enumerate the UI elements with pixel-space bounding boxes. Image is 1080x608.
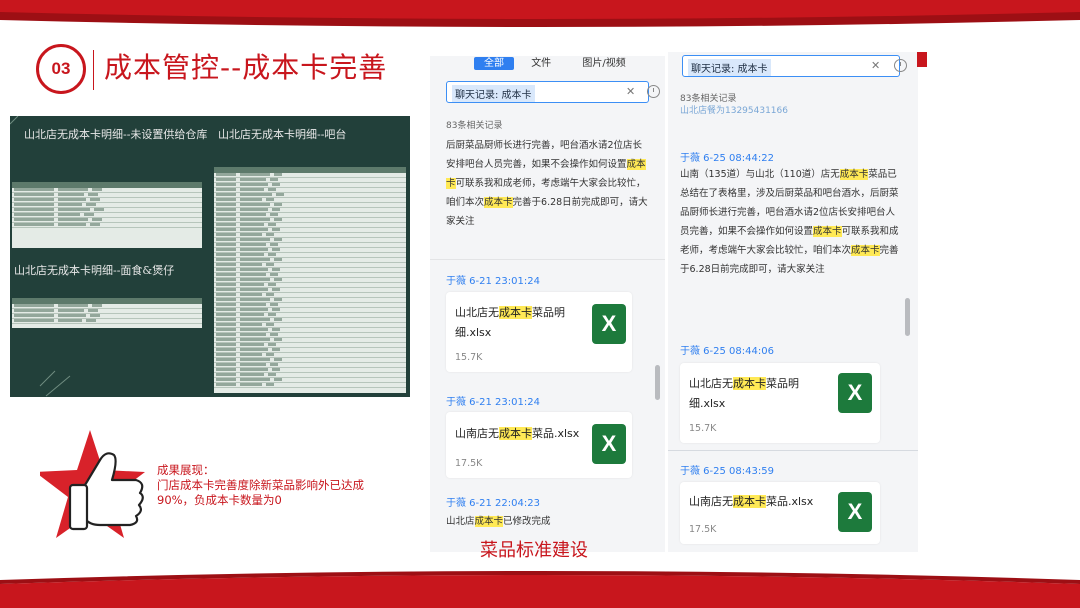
message-text: 山北店成本卡已修改完成 [446, 516, 551, 527]
spreadsheet-screenshot: 山北店无成本卡明细--未设置供给仓库 山北店无成本卡明细--吧台 山北店无成本卡… [10, 116, 410, 397]
result-count: 83条相关记录 [680, 94, 737, 104]
divider [668, 450, 918, 451]
search-input[interactable]: 聊天记录: 成本卡 ✕ [446, 81, 660, 103]
result-body: 门店成本卡完善度除新菜品影响外已达成90%，负成本卡数量为0 [157, 478, 364, 507]
mini-table-noodle [12, 298, 202, 328]
scrollbar-thumb[interactable] [655, 365, 660, 400]
message-sender-time: 于薇 6-21 23:01:24 [446, 276, 540, 287]
message-sender-time: 于薇 6-21 22:04:23 [446, 498, 540, 509]
file-size: 17.5K [689, 524, 717, 535]
message-sender-time: 于薇 6-25 08:44:06 [680, 346, 774, 357]
tab-media[interactable]: 图片/视频 [582, 58, 625, 69]
chat-screenshot-right: 聊天记录: 成本卡 ✕ 83条相关记录 山北店餐为13295431166 于薇 … [668, 52, 918, 552]
history-clock-icon[interactable] [894, 59, 907, 72]
search-chip: 聊天记录: 成本卡 [452, 85, 535, 102]
file-name: 山南店无成本卡菜品.xlsx [455, 427, 580, 440]
excel-icon: X [592, 304, 626, 344]
divider [430, 259, 665, 260]
message-text: 山南（135道）与山北（110道）店无成本卡菜品已总结在了表格里，涉及后厨菜品和… [680, 169, 899, 275]
section-number-badge: 03 [36, 44, 86, 94]
sheet-heading-noodle: 山北店无成本卡明细--面食&煲仔 [14, 264, 175, 277]
file-size: 15.7K [689, 423, 717, 434]
title-divider [93, 50, 94, 90]
file-card[interactable]: 山南店无成本卡菜品.xlsx 17.5K X [680, 482, 880, 544]
result-text: 成果展现： 门店成本卡完善度除新菜品影响外已达成90%，负成本卡数量为0 [157, 463, 397, 508]
file-size: 15.7K [455, 352, 483, 363]
excel-icon: X [592, 424, 626, 464]
file-name: 山北店无成本卡菜品明细.xlsx [455, 306, 565, 339]
cut-off-text: 山北店餐为13295431166 [680, 106, 788, 116]
top-red-band [0, 0, 1080, 27]
sheet-heading-bar: 山北店无成本卡明细--吧台 [218, 128, 347, 141]
search-chip: 聊天记录: 成本卡 [688, 59, 771, 76]
message-sender-time: 于薇 6-25 08:44:22 [680, 153, 774, 164]
tab-all[interactable]: 全部 [474, 57, 514, 70]
file-card[interactable]: 山北店无成本卡菜品明细.xlsx 15.7K X [446, 292, 632, 372]
message-text: 后厨菜品厨师长进行完善，吧台酒水请2位店长安排吧台人员完善，如果不会操作如何设置… [446, 140, 648, 227]
bottom-red-band [0, 571, 1080, 608]
file-name: 山南店无成本卡菜品.xlsx [689, 495, 814, 508]
mini-table-bar [214, 167, 406, 393]
file-card[interactable]: 山北店无成本卡菜品明细.xlsx 15.7K X [680, 363, 880, 443]
message-sender-time: 于薇 6-21 23:01:24 [446, 397, 540, 408]
thumbs-up-icon [40, 430, 145, 538]
search-input[interactable]: 聊天记录: 成本卡 ✕ [682, 55, 907, 77]
file-size: 17.5K [455, 458, 483, 469]
mini-table-storage [12, 182, 202, 248]
close-icon[interactable]: ✕ [626, 85, 635, 98]
scrollbar-thumb[interactable] [905, 298, 910, 336]
result-label: 成果展现： [157, 463, 215, 477]
sheet-heading-storage: 山北店无成本卡明细--未设置供给仓库 [24, 128, 208, 141]
message-sender-time: 于薇 6-25 08:43:59 [680, 466, 774, 477]
chat-screenshot-left: 全部 文件 图片/视频 聊天记录: 成本卡 ✕ 83条相关记录 后厨菜品厨师长进… [430, 56, 665, 552]
result-count: 83条相关记录 [446, 121, 503, 131]
close-icon[interactable]: ✕ [871, 59, 880, 72]
history-clock-icon[interactable] [647, 85, 660, 98]
excel-icon: X [838, 492, 872, 532]
file-card[interactable]: 山南店无成本卡菜品.xlsx 17.5K X [446, 412, 632, 478]
file-name: 山北店无成本卡菜品明细.xlsx [689, 377, 799, 410]
excel-icon: X [838, 373, 872, 413]
chat-tabs: 全部 文件 图片/视频 [474, 56, 626, 70]
tab-files[interactable]: 文件 [531, 58, 551, 69]
caption: 菜品标准建设 [480, 540, 588, 561]
page-title: 成本管控--成本卡完善 [104, 51, 388, 84]
red-corner-mark [917, 52, 927, 67]
